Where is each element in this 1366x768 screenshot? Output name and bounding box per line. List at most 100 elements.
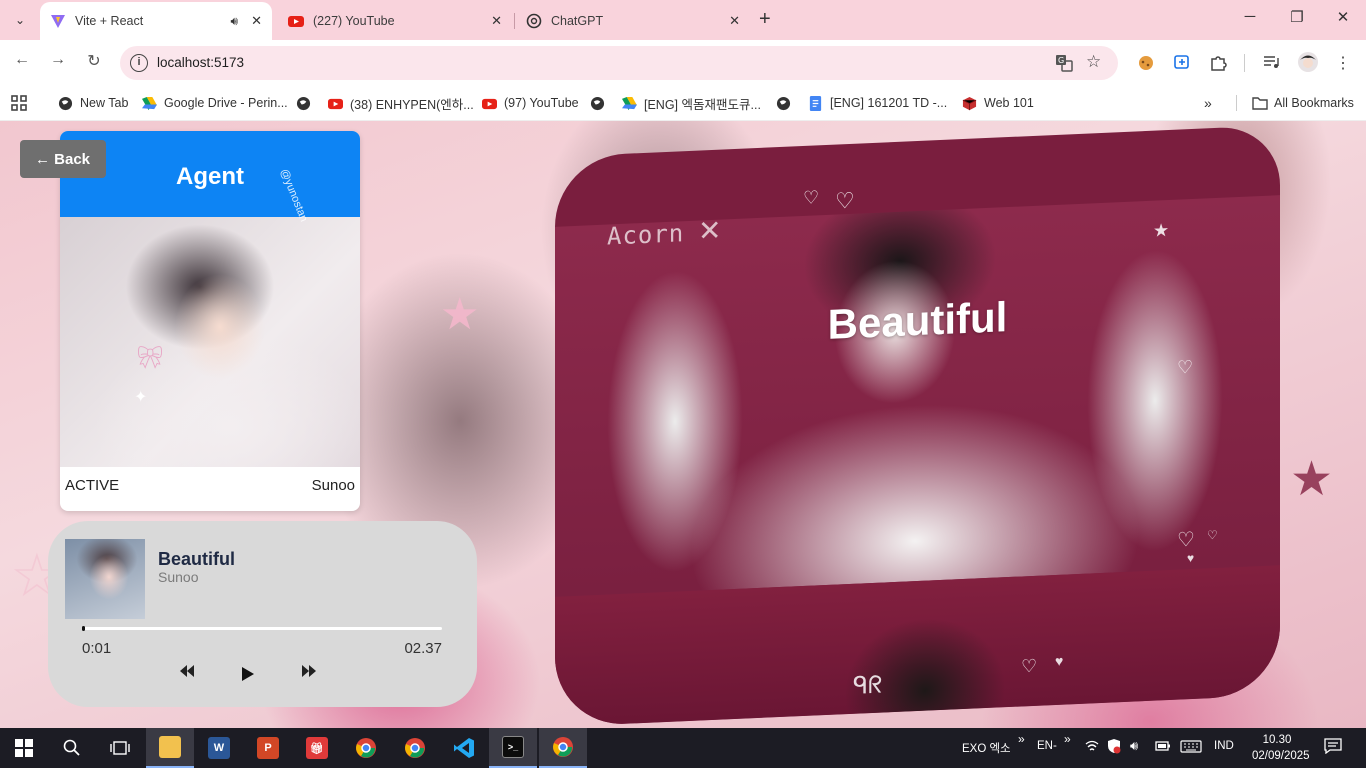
youtube-icon <box>482 96 497 111</box>
bookmark-label: [ENG] 엑돔재팬도큐... <box>644 97 761 112</box>
tab-search-button[interactable]: ⌄ <box>8 9 32 31</box>
more-bookmarks-icon[interactable]: » <box>1204 92 1212 114</box>
youtube-icon <box>288 13 304 29</box>
vscode-icon[interactable] <box>440 728 488 768</box>
chrome-profile-icon[interactable] <box>342 728 390 768</box>
close-tab-icon[interactable]: ✕ <box>491 13 502 29</box>
cross-doodle-icon: ✕ <box>698 214 722 247</box>
extensions-puzzle-icon[interactable] <box>1209 53 1227 75</box>
play-button[interactable] <box>241 667 255 684</box>
app-page: ★ ★ ☆ ← Back Agent @yunostan 🎀︎ ✦ ACTIVE… <box>0 121 1366 728</box>
translate-icon[interactable]: G <box>1055 54 1073 76</box>
task-view-icon[interactable] <box>96 728 144 768</box>
bookmark-label: New Tab <box>80 96 129 110</box>
site-info-icon[interactable]: i <box>130 54 148 72</box>
next-track-icon[interactable] <box>302 665 316 680</box>
bookmark-globe[interactable] <box>776 92 798 114</box>
svg-text:G: G <box>1058 56 1064 65</box>
powerpoint-icon[interactable]: P <box>244 728 292 768</box>
bookmark-new-tab[interactable]: New Tab <box>58 92 128 114</box>
close-window-button[interactable]: ✕ <box>1333 8 1353 26</box>
word-icon[interactable]: W <box>195 728 243 768</box>
globe-icon <box>590 96 605 111</box>
language-short[interactable]: EN- <box>1037 740 1057 752</box>
bookmark-exo-japan-doc[interactable]: [ENG] 엑돔재팬도큐... <box>622 92 761 114</box>
notification-center-icon[interactable] <box>1324 738 1342 757</box>
apps-grid-icon[interactable] <box>11 92 27 114</box>
system-clock[interactable]: 10.30 02/09/2025 <box>1252 732 1310 764</box>
all-bookmarks-folder[interactable]: All Bookmarks <box>1252 92 1354 114</box>
browser-menu-icon[interactable]: ⋮ <box>1335 53 1351 73</box>
media-controls-icon[interactable] <box>1262 53 1280 75</box>
heart-doodle-icon: ♡ <box>1207 527 1218 543</box>
new-tab-button[interactable]: + <box>759 8 771 31</box>
minimize-button[interactable]: ─ <box>1240 8 1260 25</box>
bookmark-google-drive[interactable]: Google Drive - Perin... <box>142 92 288 114</box>
lang-chevron-icon[interactable]: » <box>1064 732 1071 746</box>
tab-youtube[interactable]: (227) YouTube ✕ <box>278 2 512 40</box>
bookmark-globe[interactable] <box>296 92 318 114</box>
extension-screenshot-icon[interactable] <box>1173 53 1191 75</box>
keyboard-icon[interactable] <box>1180 740 1202 756</box>
forward-nav-icon[interactable]: → <box>46 51 70 69</box>
agent-footer: ACTIVE Sunoo <box>60 467 360 494</box>
bookmark-youtube[interactable]: (97) YouTube <box>482 92 579 114</box>
address-bar[interactable]: i localhost:5173 G ☆ <box>120 46 1118 80</box>
bookmark-label: Google Drive - Perin... <box>164 96 288 110</box>
tab-title: ChatGPT <box>551 14 604 28</box>
chrome-icon[interactable] <box>391 728 439 768</box>
close-tab-icon[interactable]: ✕ <box>251 13 262 29</box>
tab-title: (227) YouTube <box>313 14 395 28</box>
back-button[interactable]: ← Back <box>20 140 106 178</box>
url-text[interactable]: localhost:5173 <box>157 55 244 70</box>
music-player: Beautiful Sunoo 0:01 02.37 <box>48 521 477 707</box>
globe-icon <box>776 96 791 111</box>
terminal-icon[interactable]: >_ <box>489 728 537 768</box>
extension-cookie-icon[interactable] <box>1137 53 1155 75</box>
file-explorer-icon[interactable] <box>146 728 194 768</box>
star-decoration-icon: ★ <box>440 290 480 339</box>
bookmark-web-101[interactable]: Web 101 <box>962 92 1034 114</box>
hero-acorn-text: Acorn <box>607 219 685 251</box>
volume-icon[interactable]: 🔊︎ <box>1130 738 1138 754</box>
docs-icon <box>808 95 823 111</box>
heart-doodle-icon: ♡ <box>1177 356 1194 378</box>
back-nav-icon[interactable]: ← <box>10 51 34 69</box>
song-artist: Sunoo <box>158 569 199 585</box>
bookmark-enhypen[interactable]: (38) ENHYPEN(엔하... <box>328 92 474 114</box>
profile-avatar[interactable] <box>1297 51 1319 77</box>
close-tab-icon[interactable]: ✕ <box>729 13 740 29</box>
heart-doodle-icon: ♡ <box>1021 655 1038 677</box>
gift-app-icon[interactable]: 🎁︎ <box>293 728 341 768</box>
tab-title: Vite + React <box>75 14 144 28</box>
progress-fill <box>82 626 85 631</box>
input-language[interactable]: IND <box>1214 740 1234 752</box>
windows-start-icon[interactable] <box>0 728 48 768</box>
tab-vite-react[interactable]: Vite + React 🔊︎ ✕ <box>40 2 272 40</box>
tab-chatgpt[interactable]: ChatGPT ✕ <box>516 2 750 40</box>
star-decoration-icon: ★ <box>1290 453 1334 506</box>
tab-separator <box>514 13 515 29</box>
chrome-active-icon[interactable] <box>539 728 587 768</box>
progress-slider[interactable] <box>82 626 442 631</box>
bookmark-globe[interactable] <box>590 92 612 114</box>
search-icon[interactable] <box>48 728 96 768</box>
bookmark-td-doc[interactable]: [ENG] 161201 TD -... <box>808 92 947 114</box>
restore-button[interactable]: ❐ <box>1287 8 1307 26</box>
vite-icon <box>50 13 66 29</box>
reload-icon[interactable]: ↻ <box>82 51 106 71</box>
bookmark-star-icon[interactable]: ☆ <box>1086 52 1101 72</box>
battery-icon[interactable] <box>1155 740 1171 755</box>
security-shield-icon[interactable] <box>1107 738 1121 757</box>
wifi-icon[interactable] <box>1085 740 1099 755</box>
bookmark-label: (38) ENHYPEN(엔하... <box>350 97 474 112</box>
heart-doodle-icon: ♥ <box>1055 652 1064 669</box>
speaker-icon[interactable]: 🔊︎ <box>230 14 238 29</box>
bookmarks-divider <box>1236 95 1237 111</box>
drive-icon <box>622 96 637 111</box>
previous-track-icon[interactable] <box>180 665 194 680</box>
signature-doodle: ᑫᖇ <box>853 671 883 700</box>
chatgpt-icon <box>526 13 542 29</box>
ime-chevron-icon[interactable]: » <box>1018 732 1025 746</box>
ime-indicator[interactable]: EXO 엑소 <box>962 740 1011 756</box>
